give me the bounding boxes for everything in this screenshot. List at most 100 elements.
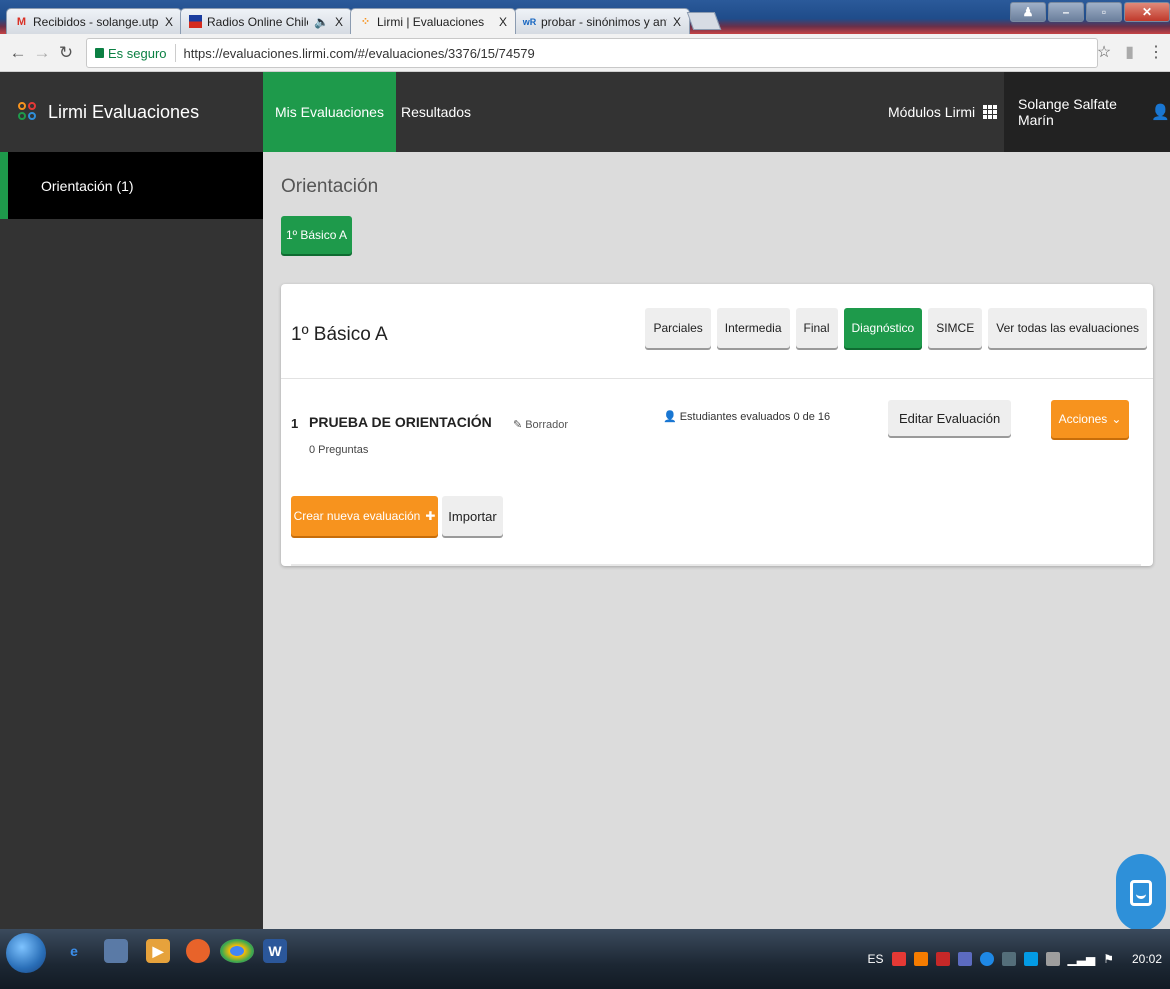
actions-dropdown-button[interactable]: Acciones ⌄ <box>1051 400 1129 438</box>
network-icon[interactable] <box>1045 952 1060 966</box>
students-evaluated: 👤 Estudiantes evaluados 0 de 16 <box>663 410 831 424</box>
create-evaluation-button[interactable]: Crear nueva evaluación ✚ <box>291 496 438 536</box>
bookmark-star-icon[interactable]: ☆ <box>1097 42 1111 62</box>
start-button[interactable] <box>6 933 46 973</box>
tab-close-icon[interactable]: X <box>673 15 681 29</box>
secure-indicator[interactable]: Es seguro <box>95 46 167 61</box>
system-tray: ES ▁▃▅ ⚑ 20:02 <box>868 929 1162 989</box>
media-player-icon[interactable]: ▶ <box>146 939 170 963</box>
close-window-button[interactable]: ✕ <box>1124 2 1170 22</box>
filter-final[interactable]: Final <box>795 308 838 348</box>
tray-app-icon[interactable] <box>913 952 928 966</box>
sidebar-item-orientacion[interactable]: Orientación (1) <box>0 152 263 219</box>
card-title: 1º Básico A <box>291 324 388 345</box>
tab-title: Lirmi | Evaluaciones <box>377 14 485 29</box>
tab-close-icon[interactable]: X <box>335 15 343 29</box>
grid-icon <box>983 105 998 119</box>
import-button[interactable]: Importar <box>442 496 503 536</box>
wordreference-icon: wR <box>522 16 537 27</box>
url-field[interactable]: Es seguro https://evaluaciones.lirmi.com… <box>86 38 1098 68</box>
speaker-icon[interactable]: 🔈 <box>314 15 329 29</box>
evaluation-name[interactable]: PRUEBA DE ORIENTACIÓN <box>309 414 492 430</box>
tab-title: Recibidos - solange.utp@ <box>33 14 159 29</box>
chrome-icon[interactable] <box>220 939 254 963</box>
filter-parciales[interactable]: Parciales <box>645 308 711 348</box>
evaluation-row: 1 PRUEBA DE ORIENTACIÓN 0 Preguntas ✎ Bo… <box>281 380 1153 566</box>
filter-ver-todas[interactable]: Ver todas las evaluaciones <box>988 308 1147 348</box>
language-indicator[interactable]: ES <box>868 952 884 966</box>
firefox-icon[interactable] <box>186 939 210 963</box>
minimize-button[interactable]: – <box>1048 2 1084 22</box>
course-chip[interactable]: 1º Básico A <box>281 216 352 254</box>
sidebar-item-label: Orientación (1) <box>41 177 134 194</box>
extension-icon[interactable]: ▮ <box>1125 42 1134 62</box>
tab-title: probar - sinónimos y ant <box>541 14 667 29</box>
modules-menu[interactable]: Módulos Lirmi <box>874 72 1011 152</box>
browser-tab-strip: M Recibidos - solange.utp@ X Radios Onli… <box>0 0 1170 34</box>
chat-widget-button[interactable] <box>1116 854 1166 931</box>
window-controls: ♟ – ▫ ✕ <box>1010 2 1170 22</box>
acrobat-icon[interactable] <box>935 952 950 966</box>
secure-label: Es seguro <box>108 45 167 61</box>
tray-app-icon[interactable] <box>891 952 906 966</box>
evaluation-number: 1 <box>291 416 299 431</box>
user-name: Solange Salfate Marín <box>1018 96 1117 128</box>
tab-wordreference[interactable]: wR probar - sinónimos y ant X <box>514 8 690 34</box>
chat-icon <box>1130 879 1152 906</box>
plus-icon: ✚ <box>425 509 436 523</box>
status-label: Borrador <box>525 418 569 431</box>
brand-name: Lirmi Evaluaciones <box>48 101 200 122</box>
signal-icon[interactable]: ▁▃▅ <box>1068 952 1096 966</box>
filter-buttons: Parciales Intermedia Final Diagnóstico S… <box>645 308 1147 348</box>
reload-icon[interactable]: ↻ <box>54 43 78 63</box>
lirmi-logo-icon: ⁘ <box>360 16 371 28</box>
nav-mis-evaluaciones[interactable]: Mis Evaluaciones <box>263 72 396 152</box>
chevron-down-icon: ⌄ <box>1111 412 1122 426</box>
students-label: Estudiantes evaluados 0 de 16 <box>679 410 831 423</box>
internet-explorer-icon[interactable]: e <box>62 939 86 963</box>
page-title: Orientación <box>281 176 379 197</box>
taskbar: e ▶ W ES ▁▃▅ ⚑ 20:02 <box>0 929 1170 989</box>
filter-intermedia[interactable]: Intermedia <box>716 308 790 348</box>
tab-lirmi[interactable]: ⁘ Lirmi | Evaluaciones X <box>350 8 516 34</box>
evaluation-status: ✎ Borrador <box>513 418 569 432</box>
pencil-icon: ✎ <box>513 419 523 431</box>
flag-icon[interactable]: ⚑ <box>1103 952 1114 966</box>
divider <box>281 378 1153 379</box>
main-content: Orientación 1º Básico A 1º Básico A Parc… <box>263 152 1170 929</box>
maximize-button[interactable]: ▫ <box>1086 2 1122 22</box>
create-label: Crear nueva evaluación <box>293 509 421 523</box>
nav-resultados[interactable]: Resultados <box>389 72 483 152</box>
file-explorer-icon[interactable] <box>104 939 128 963</box>
filter-simce[interactable]: SIMCE <box>928 308 983 348</box>
tray-app-icon[interactable] <box>957 952 972 966</box>
back-icon[interactable]: ← <box>6 43 30 63</box>
edit-evaluation-button[interactable]: Editar Evaluación <box>888 400 1012 436</box>
gmail-icon: M <box>16 15 27 28</box>
tab-close-icon[interactable]: X <box>165 15 173 29</box>
evaluations-card: 1º Básico A Parciales Intermedia Final D… <box>281 284 1153 566</box>
tab-gmail[interactable]: M Recibidos - solange.utp@ X <box>6 8 182 34</box>
sidebar: Orientación (1) <box>0 152 263 929</box>
evaluation-questions: 0 Preguntas <box>309 444 369 456</box>
filter-diagnostico[interactable]: Diagnóstico <box>843 308 923 348</box>
tab-close-icon[interactable]: X <box>499 15 507 29</box>
menu-dots-icon[interactable]: ⋮ <box>1148 42 1164 62</box>
user-icon: 👤 <box>1151 104 1170 121</box>
clock[interactable]: 20:02 <box>1132 952 1162 966</box>
forward-icon[interactable]: → <box>30 43 54 63</box>
new-tab-button[interactable] <box>686 12 722 30</box>
app-header: Lirmi Evaluaciones Mis Evaluaciones Resu… <box>0 72 1170 152</box>
chile-flag-icon <box>189 15 202 28</box>
tab-radios[interactable]: Radios Online Chile, e 🔈 X <box>180 8 352 34</box>
tab-title: Radios Online Chile, e <box>207 14 308 29</box>
brand[interactable]: Lirmi Evaluaciones <box>0 72 263 152</box>
lirmi-logo-icon <box>18 102 38 122</box>
lock-icon <box>95 48 104 58</box>
tray-app-icon[interactable] <box>1001 952 1016 966</box>
user-menu[interactable]: Solange Salfate Marín 👤 <box>1004 72 1170 152</box>
user-profile-icon[interactable]: ♟ <box>1010 2 1046 22</box>
tray-app-icon[interactable] <box>979 952 994 966</box>
word-icon[interactable]: W <box>263 939 287 963</box>
tray-app-icon[interactable] <box>1023 952 1038 966</box>
